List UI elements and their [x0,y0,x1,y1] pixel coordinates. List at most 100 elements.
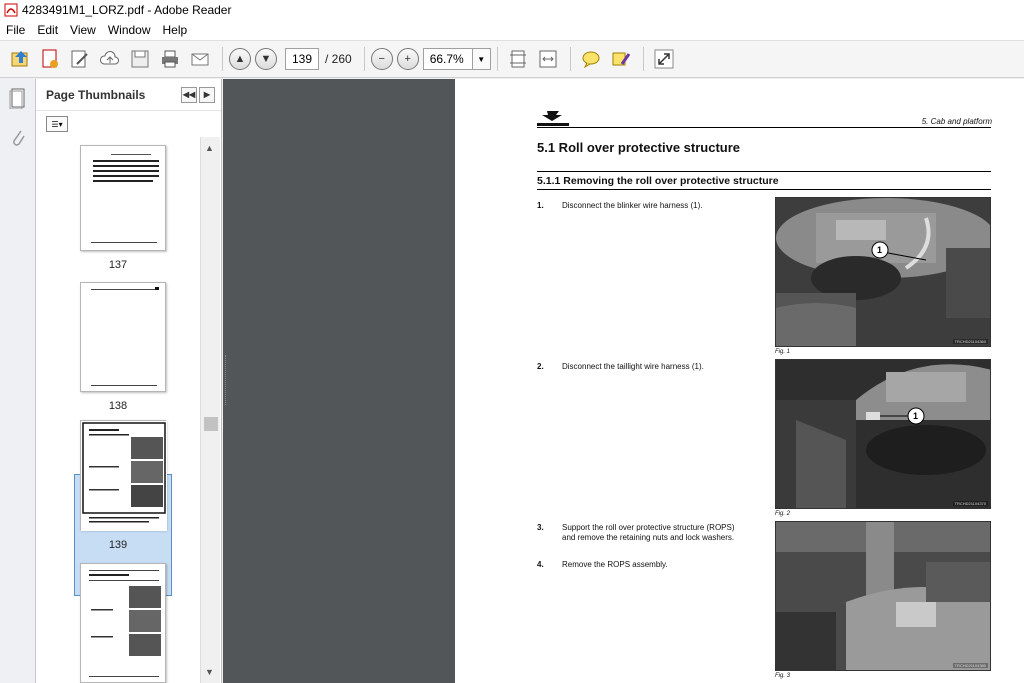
fit-page-icon [509,50,526,68]
panel-title: Page Thumbnails [46,87,146,102]
create-pdf-icon [42,49,58,68]
step-text: Support the roll over protective structu… [562,523,735,542]
thumbnails-panel: Page Thumbnails ◀◀ ▶ ☰▾ 137 138 139 ▲ ▼ [36,79,222,683]
thumbnail-page-preview [91,287,159,386]
chevron-down-icon: ▼ [477,54,486,64]
step-number: 4. [537,560,544,569]
menu-file[interactable]: File [0,23,31,37]
thumbnail-page-preview [81,421,167,531]
thumbnail-139[interactable] [80,420,167,531]
section-title: 5.1 Roll over protective structure [537,140,741,155]
figure-2-photo: 1 TRCHD21104370 [775,359,991,509]
menu-bar: File Edit View Window Help [0,20,1024,40]
expand-button[interactable] [650,45,678,73]
edit-button[interactable] [66,45,94,73]
thumbnail-page-preview [91,154,159,243]
page-number-input[interactable]: 139 [285,48,319,70]
panel-menu-button[interactable]: ▶ [199,86,215,103]
open-button[interactable] [6,45,34,73]
figure-id: TRCHD21104380 [952,663,988,668]
document-page: 5. Cab and platform 5.1 Roll over protec… [455,79,1024,683]
figure-id: TRCHD21104360 [952,339,988,344]
step-text: Disconnect the taillight wire harness (1… [562,362,704,371]
email-button[interactable] [186,45,214,73]
header-rule [537,127,991,128]
envelope-icon [191,53,209,66]
panel-header: Page Thumbnails ◀◀ ▶ [36,79,221,111]
thumbnail-137[interactable] [80,145,166,251]
next-page-button[interactable]: ▼ [255,48,277,70]
highlighter-icon [612,52,630,66]
toolbar-separator [496,47,498,71]
subsection-rule-bottom [537,189,991,190]
figure-caption: Fig. 2 [775,511,791,517]
open-icon [11,51,28,67]
thumbnail-options-button[interactable]: ☰▾ [46,116,68,132]
step-number: 3. [537,523,544,532]
step-number: 1. [537,201,544,210]
prev-page-button[interactable]: ▲ [229,48,251,70]
scroll-up-icon[interactable]: ▲ [205,143,214,153]
cloud-upload-icon [100,50,119,65]
menu-view[interactable]: View [64,23,102,37]
minus-icon: − [378,53,385,65]
step-text: Disconnect the blinker wire harness (1). [562,201,703,210]
brand-logo [537,111,569,126]
collapse-panel-button[interactable]: ◀◀ [181,86,197,103]
fit-width-icon [539,50,557,68]
fit-width-button[interactable] [534,45,562,73]
thumbnail-140[interactable] [80,563,166,683]
thumbnail-page-preview [89,570,161,677]
print-button[interactable] [156,45,184,73]
comment-button[interactable] [577,45,605,73]
toolbar-separator [222,47,223,71]
toolbar: ▲ ▼ 139 / 260 − + 66.7% ▼ [0,40,1024,78]
step-text: Remove the ROPS assembly. [562,560,668,569]
arrow-down-icon: ▼ [260,53,272,65]
page-total: / 260 [325,52,352,66]
double-chevron-left-icon: ◀◀ [182,90,196,99]
figure-caption: Fig. 1 [775,349,791,355]
scrollbar-thumb[interactable] [204,417,218,431]
upload-button[interactable] [96,45,124,73]
zoom-out-button[interactable]: − [370,48,393,70]
save-button[interactable] [126,45,154,73]
toolbar-separator [642,47,644,71]
menu-help[interactable]: Help [157,23,194,37]
menu-window[interactable]: Window [102,23,157,37]
panel-splitter-handle[interactable] [225,355,227,405]
save-icon [131,50,149,68]
subsection-rule-top [537,171,991,172]
arrow-up-icon: ▲ [234,53,246,65]
zoom-dropdown-button[interactable]: ▼ [472,48,491,70]
toolbar-separator [569,47,571,71]
callout-number: 1 [877,245,882,255]
thumbnail-scrollbar[interactable]: ▲ ▼ [200,137,220,683]
zoom-input[interactable]: 66.7% [422,48,473,70]
title-bar: 4283491M1_LORZ.pdf - Adobe Reader [0,0,1024,20]
figure-3-photo: TRCHD21104380 [775,521,991,671]
callout-number: 1 [913,411,918,421]
zoom-in-button[interactable]: + [396,48,419,70]
panel-options: ☰▾ [36,111,221,137]
step-number: 2. [537,362,544,371]
page-thumbnails-icon[interactable] [9,87,27,109]
toolbar-separator [363,47,365,71]
fit-page-button[interactable] [504,45,532,73]
menu-edit[interactable]: Edit [31,23,64,37]
thumbnail-label: 138 [108,400,128,412]
window-title: 4283491M1_LORZ.pdf - Adobe Reader [22,3,232,17]
thumbnail-label: 137 [108,259,128,271]
list-options-icon: ☰▾ [51,119,63,129]
printer-icon [162,50,178,68]
scroll-down-icon[interactable]: ▼ [205,667,214,677]
create-pdf-button[interactable] [36,45,64,73]
paperclip-icon[interactable] [9,127,27,149]
thumbnail-label: 139 [108,539,128,551]
navigation-strip [0,79,36,683]
figure-caption: Fig. 3 [775,673,791,679]
figure-id: TRCHD21104370 [952,501,988,506]
chevron-right-icon: ▶ [203,90,211,99]
thumbnail-138[interactable] [80,282,166,392]
highlight-button[interactable] [607,45,635,73]
